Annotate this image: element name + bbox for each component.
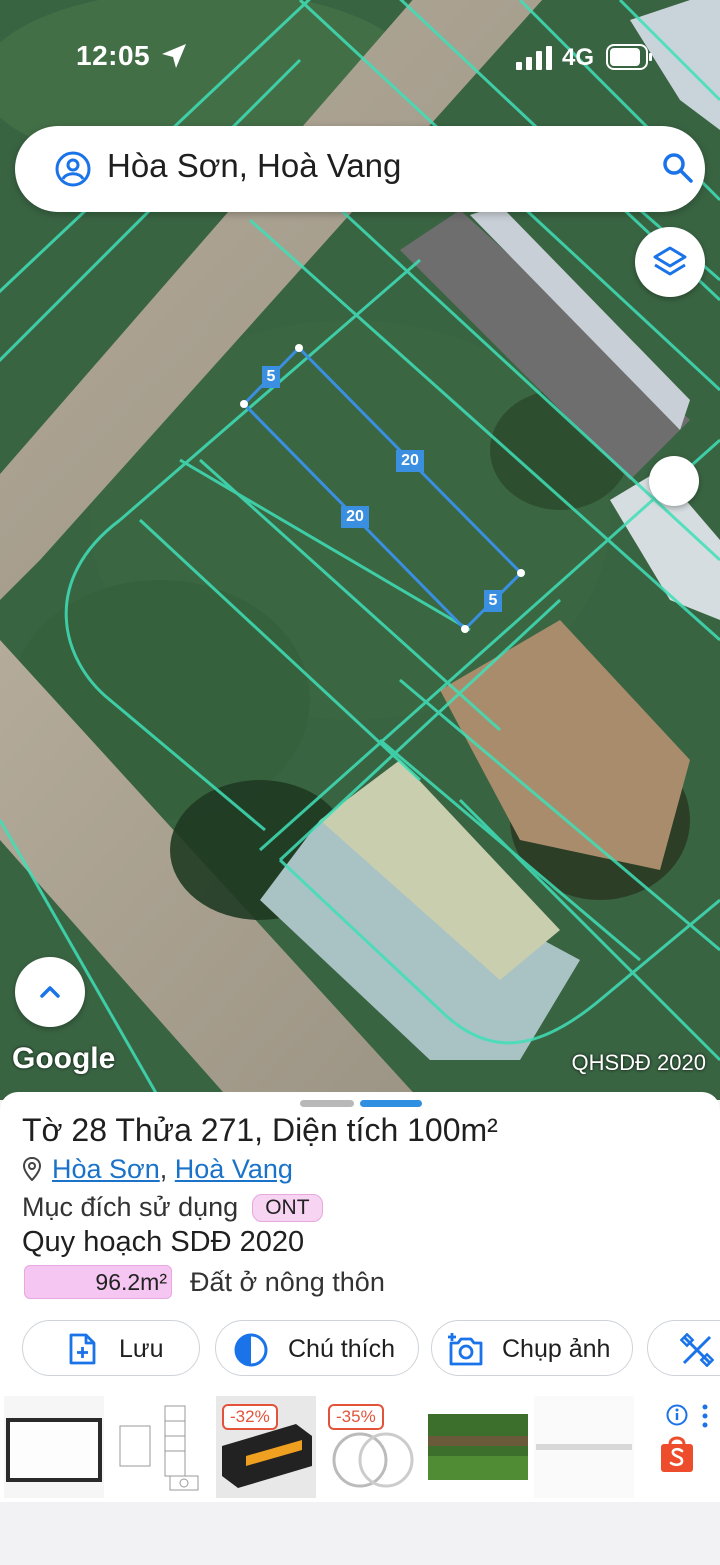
status-bar: 12:05 4G bbox=[0, 0, 720, 110]
sheet-handle[interactable] bbox=[300, 1100, 354, 1107]
search-query[interactable]: Hòa Sơn, Hoà Vang bbox=[107, 147, 401, 185]
cellular-signal-icon bbox=[516, 46, 552, 70]
purpose-label: Mục đích sử dụng bbox=[22, 1192, 239, 1222]
ad-info-icon[interactable] bbox=[666, 1404, 688, 1426]
floating-handle-button[interactable] bbox=[649, 456, 699, 506]
ad-product-grass-mat[interactable] bbox=[428, 1396, 528, 1498]
google-attribution: Google bbox=[12, 1042, 116, 1075]
ad-more-options-icon[interactable] bbox=[702, 1404, 708, 1428]
network-type: 4G bbox=[562, 44, 595, 71]
parcel-address: Hòa Sơn, Hoà Vang bbox=[22, 1154, 293, 1185]
discount-badge: -35% bbox=[328, 1404, 384, 1430]
address-separator: , bbox=[159, 1154, 168, 1184]
laptop-screen-image bbox=[4, 1396, 104, 1498]
location-pin-icon bbox=[22, 1156, 42, 1182]
save-label: Lưu bbox=[119, 1335, 164, 1363]
save-button[interactable]: Lưu bbox=[22, 1320, 200, 1376]
ad-product-toner[interactable]: -32% bbox=[216, 1396, 316, 1498]
legend-label: Chú thích bbox=[288, 1335, 396, 1363]
add-file-icon bbox=[69, 1333, 96, 1365]
layers-icon bbox=[653, 246, 687, 276]
parcel-info-sheet: Tờ 28 Thửa 271, Diện tích 100m² Hòa Sơn,… bbox=[0, 1092, 720, 1392]
chevron-up-icon bbox=[40, 986, 60, 998]
ad-product-blueprint[interactable] bbox=[110, 1396, 210, 1498]
edge-label: 5 bbox=[262, 366, 280, 388]
measure-tool-button[interactable] bbox=[647, 1320, 720, 1376]
ad-banner[interactable]: -32% -35% bbox=[0, 1392, 720, 1502]
status-time: 12:05 bbox=[76, 40, 151, 71]
take-photo-button[interactable]: Chụp ảnh bbox=[431, 1320, 633, 1376]
layers-button[interactable] bbox=[635, 227, 705, 297]
legend-button[interactable]: Chú thích bbox=[215, 1320, 419, 1376]
account-icon[interactable] bbox=[55, 151, 91, 187]
edge-label: 5 bbox=[484, 590, 502, 612]
edge-label: 20 bbox=[341, 506, 369, 528]
planning-area: 96.2m² bbox=[24, 1265, 172, 1299]
edge-label: 20 bbox=[396, 450, 424, 472]
parcel-title: Tờ 28 Thửa 271, Diện tích 100m² bbox=[22, 1112, 498, 1148]
purpose-code-badge: ONT bbox=[252, 1194, 323, 1222]
ad-product-cable[interactable]: -35% bbox=[322, 1396, 422, 1498]
ruler-pencil-icon bbox=[680, 1333, 714, 1367]
shopee-icon[interactable] bbox=[658, 1434, 696, 1474]
add-photo-icon bbox=[448, 1333, 483, 1366]
planning-title: Quy hoạch SDĐ 2020 bbox=[22, 1226, 305, 1258]
search-bar[interactable]: Hòa Sơn, Hoà Vang bbox=[15, 126, 705, 212]
layer-name-label: QHSDĐ 2020 bbox=[571, 1050, 706, 1075]
ad-product-laptop-screen[interactable] bbox=[4, 1396, 104, 1498]
discount-badge: -32% bbox=[222, 1404, 278, 1430]
technical-drawing-image bbox=[110, 1396, 210, 1498]
land-use-purpose: Mục đích sử dụng ONT bbox=[22, 1192, 323, 1223]
location-arrow-icon bbox=[162, 44, 186, 68]
take-photo-label: Chụp ảnh bbox=[502, 1335, 611, 1363]
planning-description: Đất ở nông thôn bbox=[190, 1266, 385, 1297]
grass-mat-image bbox=[428, 1396, 528, 1498]
ward-link[interactable]: Hòa Sơn bbox=[52, 1154, 160, 1184]
battery-icon bbox=[606, 44, 652, 70]
contrast-icon bbox=[234, 1333, 268, 1367]
search-icon[interactable] bbox=[661, 151, 695, 185]
planning-row: 96.2m² Đất ở nông thôn bbox=[24, 1265, 385, 1301]
light-bar-image bbox=[534, 1396, 634, 1498]
ad-product-light-bar[interactable] bbox=[534, 1396, 634, 1498]
sheet-handle-active[interactable] bbox=[360, 1100, 422, 1107]
expand-up-button[interactable] bbox=[15, 957, 85, 1027]
district-link[interactable]: Hoà Vang bbox=[175, 1154, 293, 1184]
